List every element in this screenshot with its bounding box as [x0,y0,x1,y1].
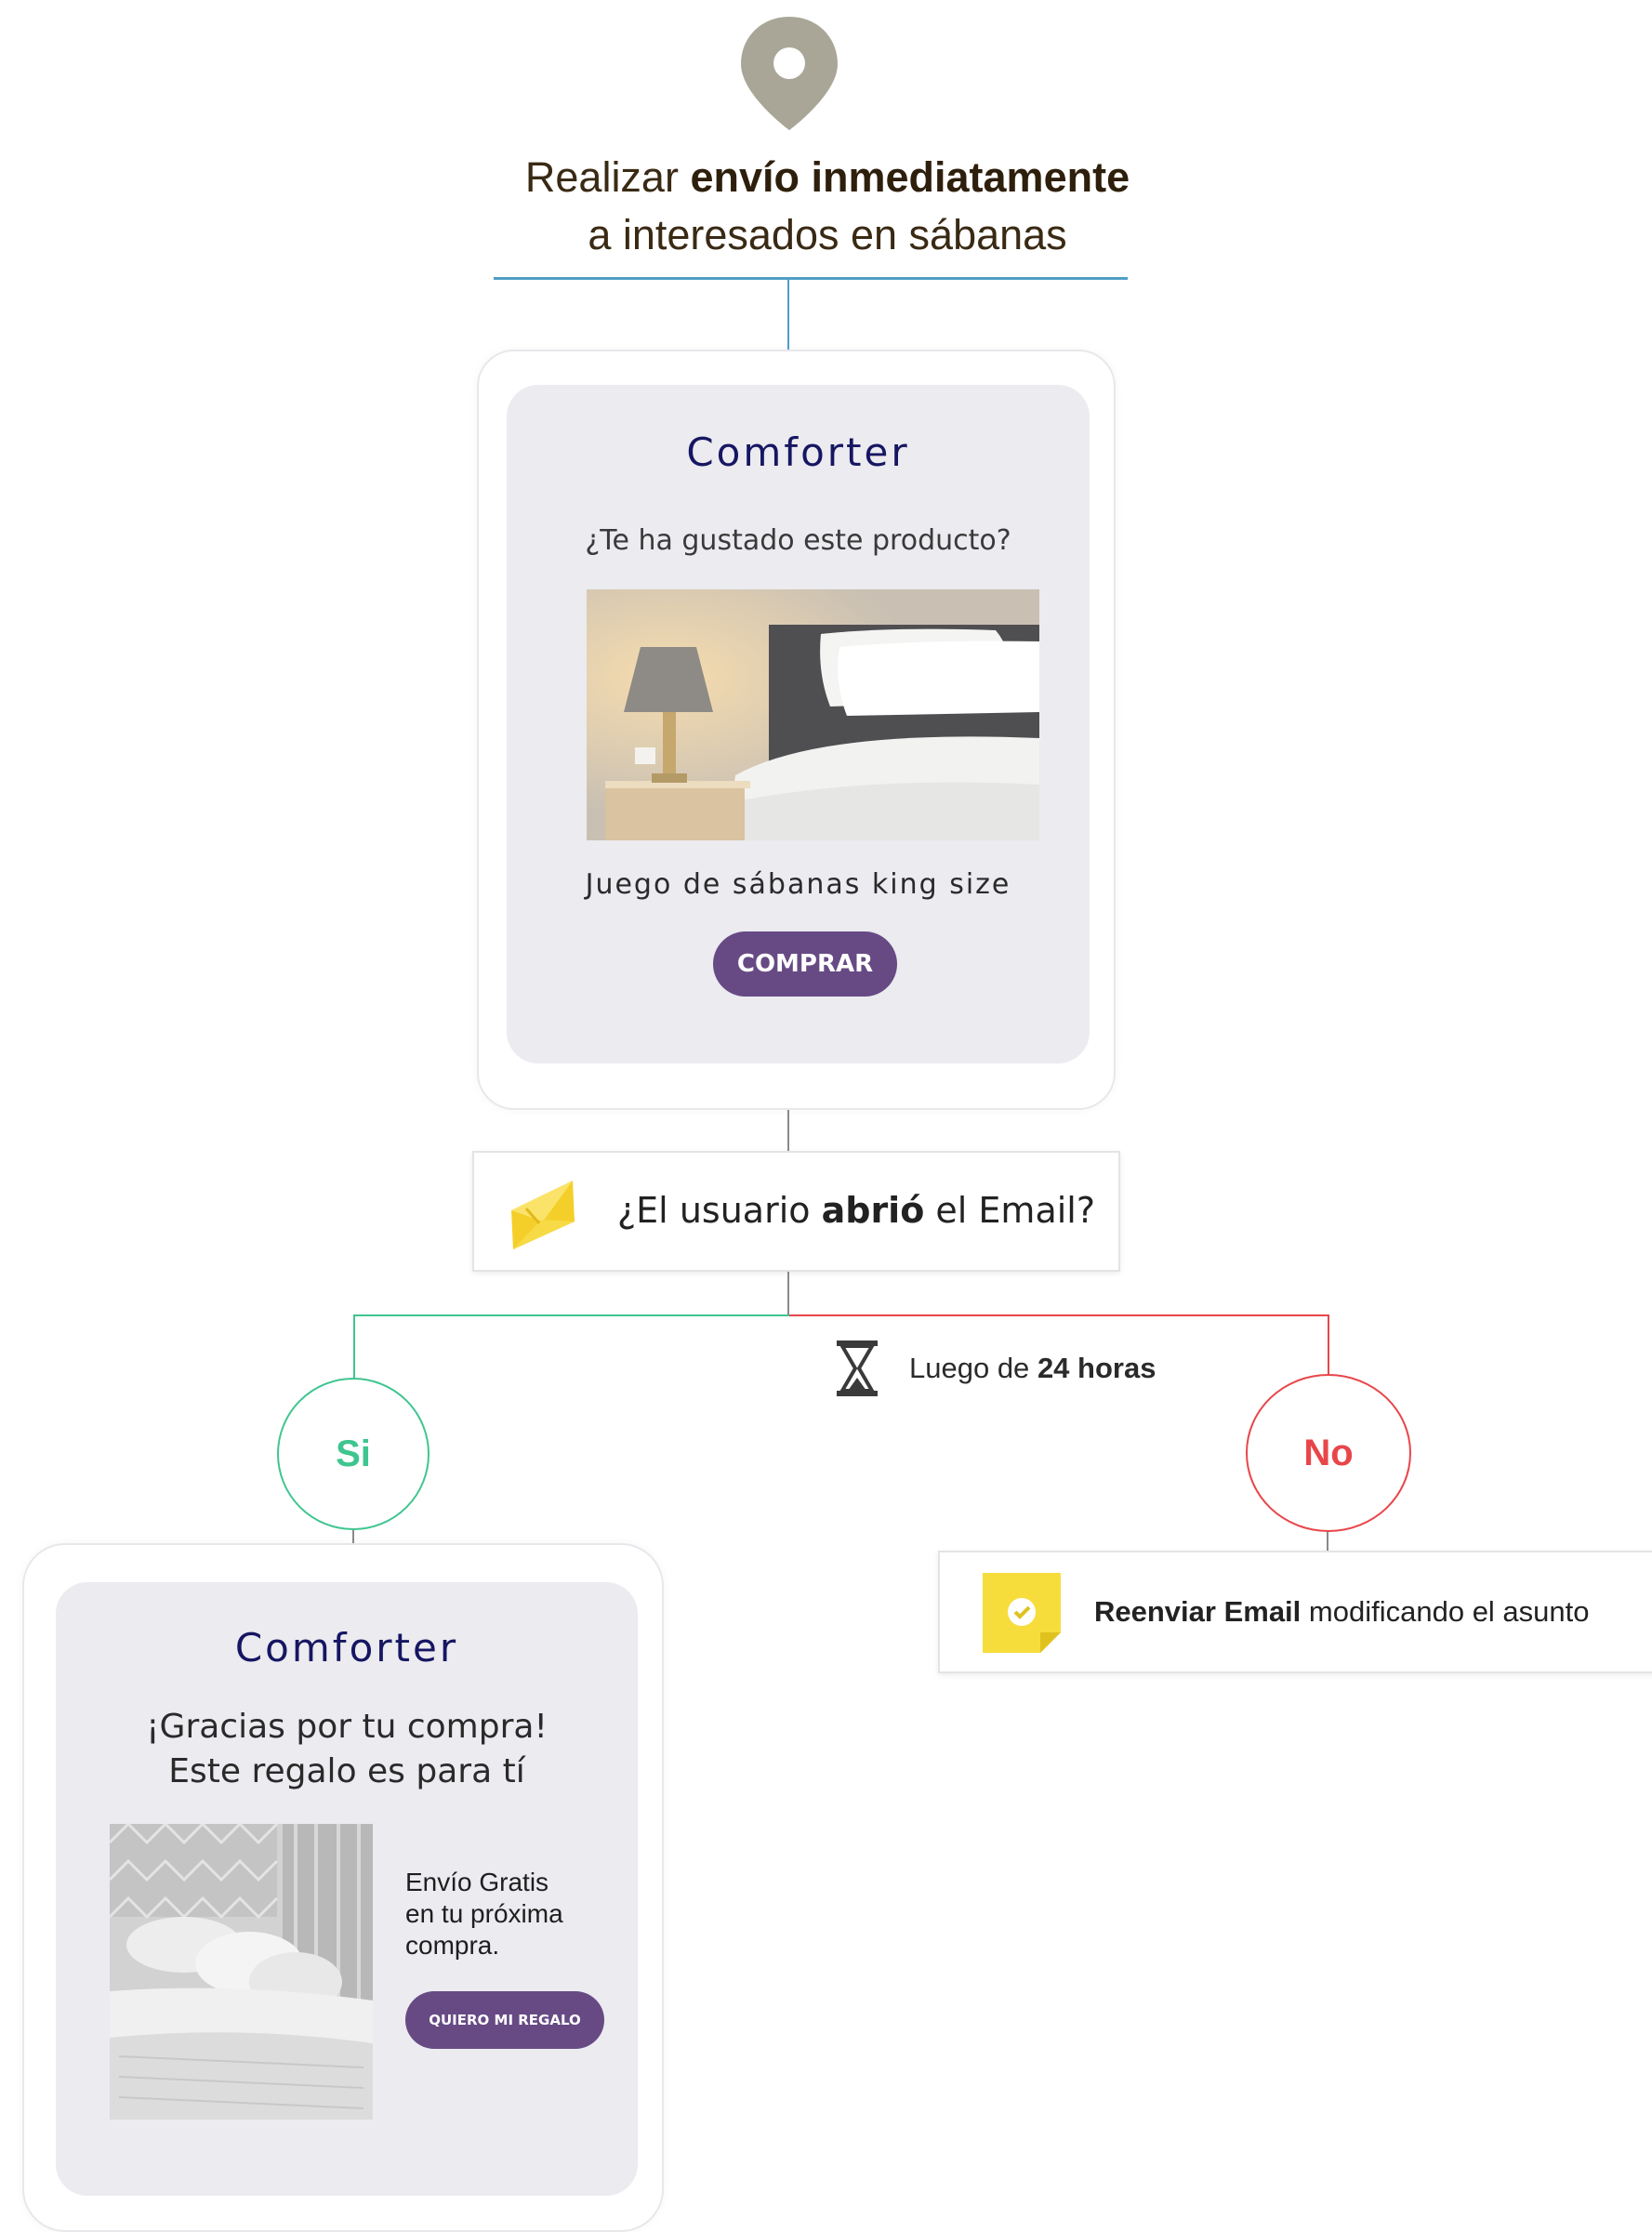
email-preview-product[interactable]: Comforter ¿Te ha gustado este producto? [477,350,1116,1110]
gift-headline: ¡Gracias por tu compra! Este regalo es p… [146,1708,548,1790]
sticky-note-check-icon [983,1573,1061,1653]
product-image-bedroom [587,589,1039,840]
campaign-title: Realizar envío inmediatamente a interesa… [524,153,1130,258]
no-branch-line [789,1314,1329,1316]
email-preview-gift[interactable]: Comforter ¡Gracias por tu compra! Este r… [22,1543,664,2232]
decision-opened-email[interactable]: ¿El usuario abrió el Email? [472,1151,1120,1272]
brand-logo: Comforter [686,429,910,475]
product-name: Juego de sábanas king size [585,868,1011,901]
branch-yes[interactable]: Si [277,1378,430,1530]
action-resend-email[interactable]: Reenviar Email modificando el asunto [938,1551,1652,1673]
no-branch-line [1328,1314,1329,1376]
resend-label: Reenviar Email modificando el asunto [1094,1595,1590,1628]
gift-image-bedroom [110,1824,373,2120]
buy-button[interactable]: COMPRAR [713,931,897,997]
title-underline [494,277,1128,280]
connector-line [787,279,789,350]
gift-offer-text: Envío Gratis en tu próxima compra. [405,1868,563,1960]
connector-line [787,1272,789,1316]
decision-question: ¿El usuario abrió el Email? [617,1190,1096,1231]
location-pin-icon [741,17,838,130]
connector-line [1327,1532,1328,1551]
yes-branch-line [353,1314,789,1316]
connector-line [787,1110,789,1151]
email-opened-icon [511,1181,575,1249]
yes-branch-line [353,1314,355,1380]
branch-no[interactable]: No [1246,1374,1411,1532]
connector-line [352,1530,354,1543]
claim-gift-button[interactable]: QUIERO MI REGALO [405,1991,604,2049]
product-question: ¿Te ha gustado este producto? [585,524,1011,557]
hourglass-icon [837,1341,878,1396]
delay-label: Luego de 24 horas [909,1352,1156,1384]
brand-logo: Comforter [234,1625,459,1671]
